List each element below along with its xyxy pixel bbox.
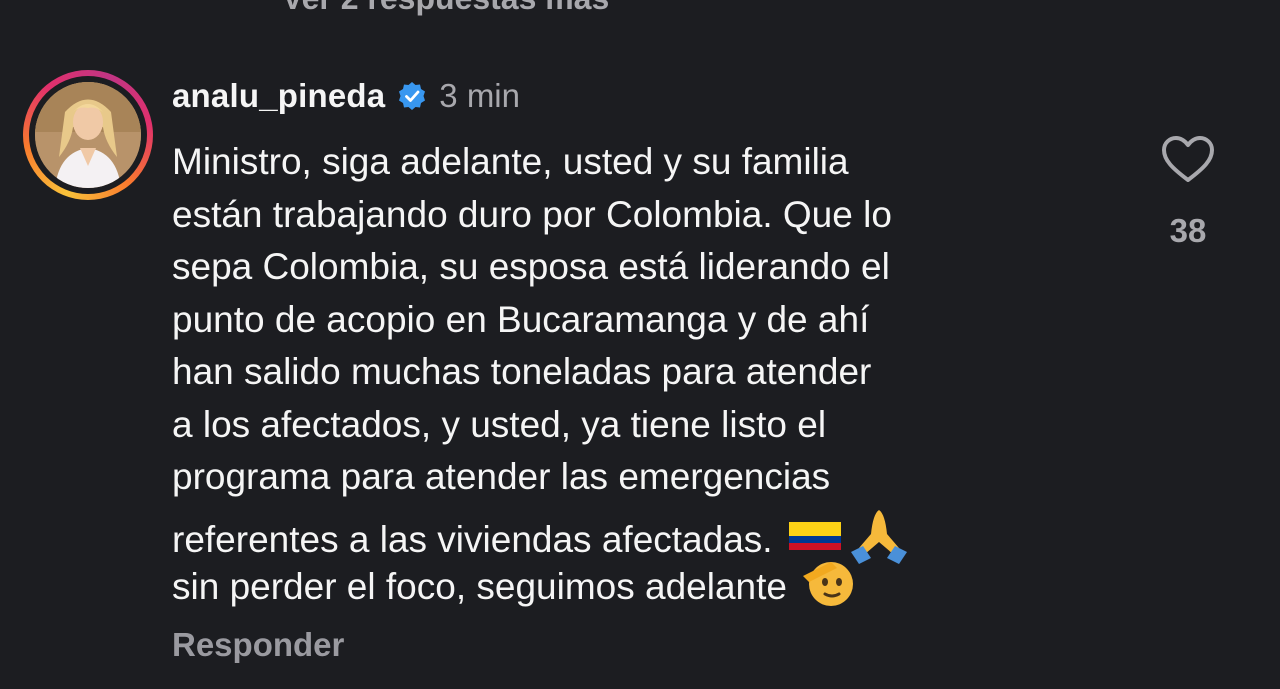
praying-hands-icon	[849, 504, 909, 581]
comment-line: sepa Colombia, su esposa está liderando …	[172, 246, 890, 287]
comment-line-with-emoji: referentes a las viviendas afectadas.	[172, 504, 1112, 564]
comment-line: programa para atender las emergencias	[172, 456, 831, 497]
heart-outline-icon[interactable]	[1160, 134, 1216, 186]
comment-line: a los afectados, y usted, ya tiene listo…	[172, 403, 827, 445]
comment-text: Ministro, siga adelante, usted y su fami…	[172, 136, 1112, 609]
username[interactable]: analu_pineda	[172, 77, 385, 115]
saluting-face-icon	[801, 556, 857, 623]
like-count: 38	[1169, 212, 1207, 249]
comment-line: punto de acopio en Bucaramanga y de ahí	[172, 298, 870, 340]
comment-line: Ministro, siga adelante, usted y su fami…	[172, 141, 849, 182]
comment-screen: Ver 2 respuestas más analu_pineda	[0, 0, 1280, 689]
view-more-replies-link[interactable]: Ver 2 respuestas más	[282, 0, 609, 17]
comment-line-with-emoji: sin perder el foco, seguimos adelante	[172, 556, 1112, 609]
reply-button[interactable]: Responder	[172, 626, 344, 664]
verified-badge-icon	[397, 81, 427, 111]
avatar	[35, 82, 141, 188]
comment-line: han salido muchas toneladas para atender	[172, 351, 872, 392]
avatar-story-ring[interactable]	[23, 70, 153, 200]
comment-line: están trabajando duro por Colombia. Que …	[172, 193, 892, 235]
comment-timestamp: 3 min	[439, 77, 520, 114]
comment-header: analu_pineda 3 min	[172, 74, 520, 118]
